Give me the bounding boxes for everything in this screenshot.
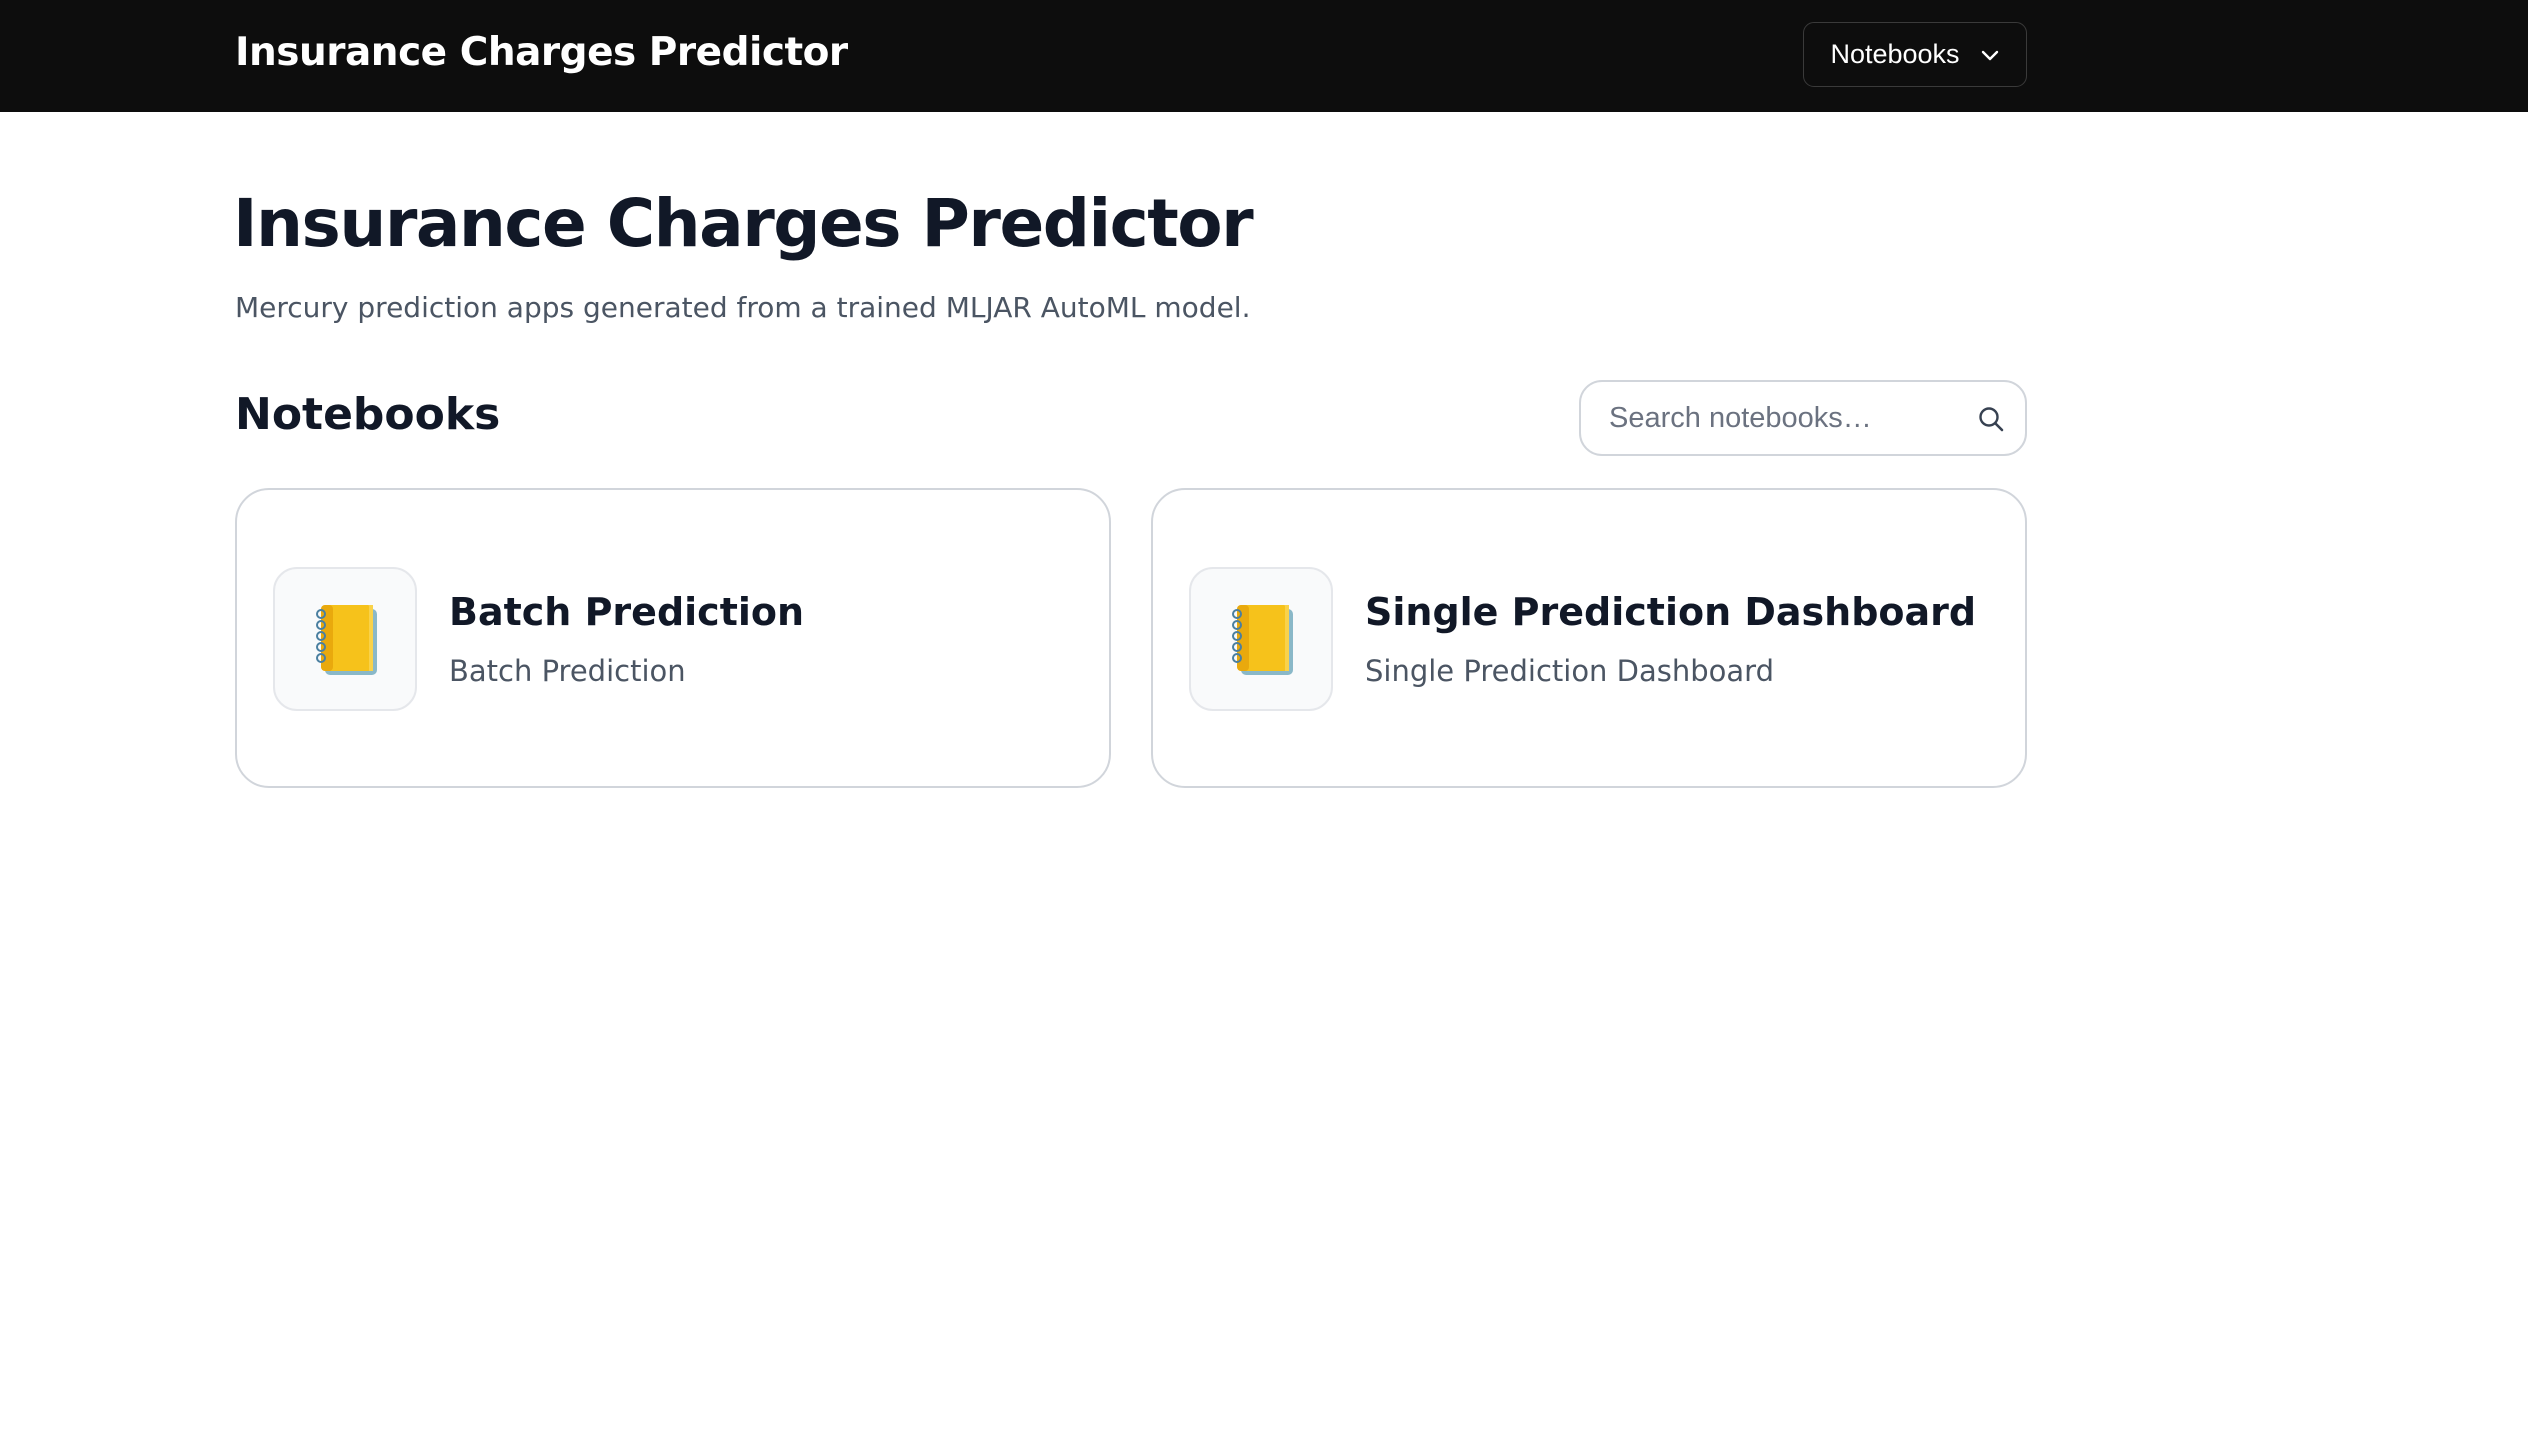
page-subtitle: Mercury prediction apps generated from a…	[235, 291, 1251, 324]
card-title: Batch Prediction	[449, 590, 805, 634]
card-description: Batch Prediction	[449, 654, 686, 688]
notebook-icon	[316, 605, 377, 675]
search-icon[interactable]	[1977, 405, 2005, 433]
search-box	[1579, 380, 2027, 456]
card-title: Single Prediction Dashboard	[1365, 590, 1977, 634]
notebook-card-single-prediction-dashboard[interactable]: Single Prediction Dashboard Single Predi…	[1151, 488, 2027, 788]
notebook-icon-box	[273, 567, 417, 711]
card-description: Single Prediction Dashboard	[1365, 654, 1774, 688]
app-title[interactable]: Insurance Charges Predictor	[235, 30, 848, 75]
search-input[interactable]	[1609, 382, 1959, 454]
notebook-icon-box	[1189, 567, 1333, 711]
section-title: Notebooks	[235, 389, 501, 440]
notebook-icon	[1232, 605, 1293, 675]
notebook-card-batch-prediction[interactable]: Batch Prediction Batch Prediction	[235, 488, 1111, 788]
notebooks-dropdown-label: Notebooks	[1830, 39, 1960, 69]
top-navbar: Insurance Charges Predictor Notebooks	[0, 0, 2528, 112]
chevron-down-icon	[1980, 48, 2000, 62]
notebooks-dropdown[interactable]: Notebooks	[1803, 22, 2027, 87]
page-title: Insurance Charges Predictor	[233, 185, 1254, 262]
